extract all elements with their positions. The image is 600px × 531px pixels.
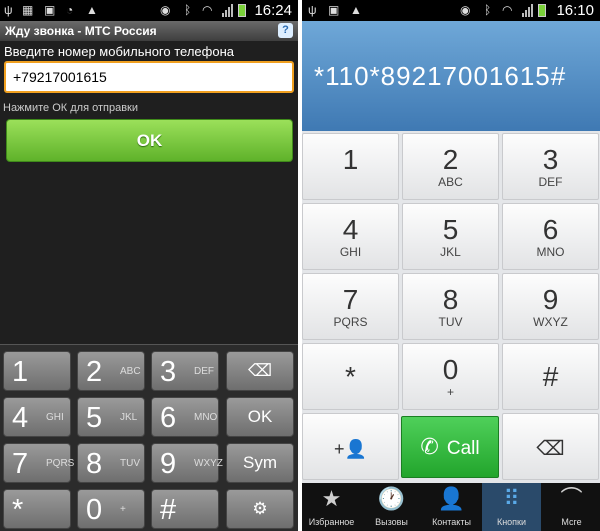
usb-icon: ψ bbox=[308, 3, 317, 17]
status-time: 16:10 bbox=[556, 2, 594, 19]
status-bar: ψ ▣ ▲ ◉ ᛒ ◠ 16:10 bbox=[302, 0, 600, 21]
wifi-icon: ◠ bbox=[202, 3, 213, 17]
gear-icon: ⚙ bbox=[252, 499, 268, 518]
signal-icon bbox=[522, 4, 534, 17]
backspace-key[interactable]: ⌫ bbox=[226, 351, 294, 391]
key-star[interactable]: * bbox=[3, 489, 71, 529]
key-3[interactable]: 3 DEF bbox=[151, 351, 219, 391]
status-bar: ψ ▦ ▣ ◔ ▲ ◉ ᛒ ◠ 16:24 bbox=[0, 0, 298, 21]
bluetooth-icon: ᛒ bbox=[484, 3, 492, 17]
wifi-notify-icon: ◔ bbox=[66, 3, 74, 17]
dialed-number-display: *110*89217001615# bbox=[302, 21, 600, 131]
tab-voicemail[interactable]: ⌒ Мсге bbox=[542, 483, 600, 531]
help-icon[interactable]: ? bbox=[278, 23, 293, 38]
eye-icon: ◉ bbox=[160, 3, 171, 17]
keyboard-icon: ▦ bbox=[22, 3, 34, 17]
tab-favorites[interactable]: ★ Избранное bbox=[302, 483, 361, 531]
usb-icon: ψ bbox=[4, 3, 13, 17]
key-7[interactable]: 7 PQRS bbox=[3, 443, 74, 483]
backspace-button[interactable]: ⌫ bbox=[502, 413, 599, 480]
clock-icon: 🕐 bbox=[377, 486, 406, 511]
settings-key[interactable]: ⚙ bbox=[226, 489, 294, 529]
phone-icon: ✆ bbox=[420, 434, 439, 459]
image-icon: ▣ bbox=[328, 3, 340, 17]
dial-key-7[interactable]: 7 PQRS bbox=[302, 273, 399, 340]
sym-key[interactable]: Sym bbox=[226, 443, 294, 483]
person-icon: 👤 bbox=[437, 486, 466, 511]
key-0[interactable]: 0 + bbox=[77, 489, 145, 529]
dial-key-9[interactable]: 9 WXYZ bbox=[502, 273, 599, 340]
key-6[interactable]: 6 MNO bbox=[151, 397, 219, 437]
key-5[interactable]: 5 JKL bbox=[77, 397, 145, 437]
dial-key-8[interactable]: 8 TUV bbox=[402, 273, 499, 340]
keyboard-ok-key[interactable]: OK bbox=[226, 397, 294, 437]
dial-key-0[interactable]: 0 + bbox=[402, 343, 499, 410]
star-icon: ★ bbox=[321, 486, 342, 511]
key-hash[interactable]: # bbox=[151, 489, 219, 529]
dial-key-hash[interactable]: # bbox=[502, 343, 599, 410]
left-phone-screen: ψ ▦ ▣ ◔ ▲ ◉ ᛒ ◠ 16:24 Жду звонка - МТС Р… bbox=[0, 0, 298, 531]
status-time: 16:24 bbox=[254, 2, 292, 19]
voicemail-icon: ⌒ bbox=[560, 486, 583, 511]
key-2[interactable]: 2 ABC bbox=[77, 351, 145, 391]
phone-input[interactable]: +79217001615 bbox=[4, 61, 294, 93]
key-9[interactable]: 9 WXYZ bbox=[151, 443, 223, 483]
dial-key-3[interactable]: 3 DEF bbox=[502, 133, 599, 200]
send-hint: Нажмите ОК для отправки bbox=[3, 102, 138, 114]
battery-icon bbox=[238, 4, 246, 17]
battery-icon bbox=[538, 4, 546, 17]
ok-button[interactable]: OK bbox=[6, 119, 293, 162]
dialog-title: Жду звонка - МТС Россия bbox=[0, 21, 298, 41]
key-1[interactable]: 1 bbox=[3, 351, 71, 391]
key-4[interactable]: 4 GHI bbox=[3, 397, 71, 437]
keypad-icon: ⠿ bbox=[503, 486, 520, 511]
dial-key-6[interactable]: 6 MNO bbox=[502, 203, 599, 270]
warning-icon: ▲ bbox=[86, 3, 98, 17]
tab-keypad[interactable]: ⠿ Кнопки bbox=[482, 483, 541, 531]
dial-key-1[interactable]: 1 bbox=[302, 133, 399, 200]
dial-key-2[interactable]: 2 ABC bbox=[402, 133, 499, 200]
soft-keyboard: 1 2 ABC 3 DEF ⌫ 4 GHI 5 JKL 6 MNO OK 7 PQRS 8T… bbox=[0, 344, 298, 531]
call-button[interactable]: ✆ Call bbox=[401, 416, 499, 478]
signal-icon bbox=[222, 4, 234, 17]
phone-prompt: Введите номер мобильного телефона bbox=[4, 44, 234, 59]
add-contact-button[interactable]: +👤 bbox=[302, 413, 399, 480]
backspace-icon: ⌫ bbox=[536, 438, 565, 460]
bottom-tab-bar: ★ Избранное 🕐 Вызовы 👤 Контакты ⠿ Кнопки ⌒ Мс… bbox=[302, 483, 600, 531]
key-8[interactable]: 8 TUV bbox=[77, 443, 145, 483]
add-contact-icon: +👤 bbox=[334, 439, 367, 459]
warning-icon: ▲ bbox=[350, 3, 362, 17]
bluetooth-icon: ᛒ bbox=[184, 3, 192, 17]
dial-key-5[interactable]: 5 JKL bbox=[402, 203, 499, 270]
tab-calls[interactable]: 🕐 Вызовы bbox=[362, 483, 421, 531]
eye-icon: ◉ bbox=[460, 3, 471, 17]
dial-key-4[interactable]: 4 GHI bbox=[302, 203, 399, 270]
image-icon: ▣ bbox=[44, 3, 56, 17]
right-phone-screen: ψ ▣ ▲ ◉ ᛒ ◠ 16:10 *110*89217001615# 1 2A… bbox=[302, 0, 600, 531]
backspace-icon: ⌫ bbox=[247, 361, 273, 380]
tab-contacts[interactable]: 👤 Контакты bbox=[422, 483, 481, 531]
dial-key-star[interactable]: * bbox=[302, 343, 399, 410]
wifi-icon: ◠ bbox=[502, 3, 513, 17]
